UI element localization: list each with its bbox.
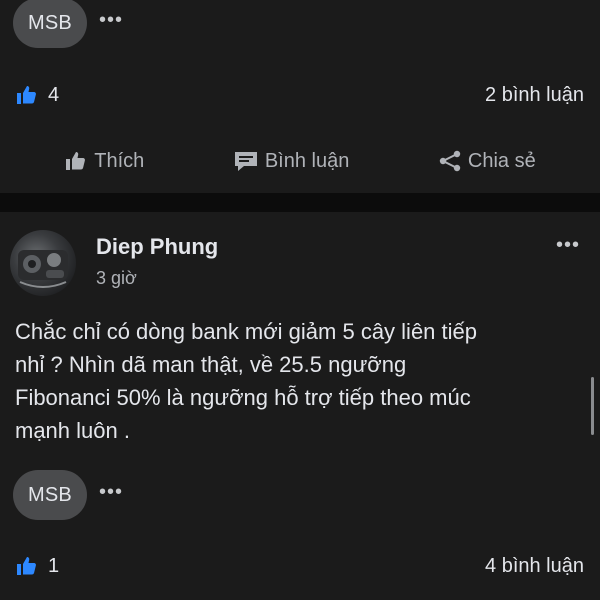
thumbs-up-outline-icon [64, 149, 88, 173]
tag-row: MSB ••• [13, 0, 123, 48]
post-text-line: mạnh luôn . [15, 418, 130, 443]
post-timestamp[interactable]: 3 giờ [96, 268, 218, 289]
like-count-group[interactable]: 1 [14, 553, 59, 579]
comment-count[interactable]: 4 bình luận [485, 555, 584, 578]
post-text-line: Chắc chỉ có dòng bank mới giảm 5 cây liê… [15, 319, 477, 344]
share-button[interactable]: Chia sẻ [438, 149, 536, 173]
reaction-stats-row: 4 2 bình luận [14, 82, 584, 108]
reaction-stats-row: 1 4 bình luận [14, 553, 584, 579]
tag-row: MSB ••• [13, 470, 123, 520]
thumbs-up-icon [14, 553, 40, 579]
stock-tag-pill[interactable]: MSB [13, 0, 87, 48]
like-count: 1 [48, 554, 60, 577]
post-text-line: Fibonanci 50% là ngưỡng hỗ trợ tiếp theo… [15, 385, 471, 410]
comment-button-label: Bình luận [264, 149, 350, 172]
share-icon [438, 149, 462, 173]
avatar[interactable] [10, 230, 76, 296]
scrollbar-thumb[interactable] [591, 377, 594, 435]
post-header: Diep Phung 3 giờ ••• [10, 230, 580, 300]
author-name[interactable]: Diep Phung [96, 234, 218, 260]
comment-button[interactable]: Bình luận [233, 149, 350, 173]
feed-screen: MSB ••• 4 2 bình luận Thích Bình luận Ch… [0, 0, 600, 600]
thumbs-up-icon [14, 82, 40, 108]
post-body: Chắc chỉ có dòng bank mới giảm 5 cây liê… [15, 315, 580, 447]
more-horizontal-icon[interactable]: ••• [99, 10, 123, 30]
stock-tag-pill[interactable]: MSB [13, 470, 87, 520]
like-button-label: Thích [94, 149, 145, 172]
more-horizontal-icon[interactable]: ••• [99, 482, 123, 502]
post-actions-row: Thích Bình luận Chia sẻ [0, 131, 600, 191]
like-count: 4 [48, 83, 60, 106]
share-button-label: Chia sẻ [467, 149, 536, 172]
post-card-top: MSB ••• 4 2 bình luận Thích Bình luận Ch… [0, 0, 600, 193]
comment-count[interactable]: 2 bình luận [485, 84, 584, 107]
post-separator [0, 193, 600, 212]
author-meta: Diep Phung 3 giờ [96, 234, 218, 289]
like-count-group[interactable]: 4 [14, 82, 59, 108]
post-text-line: nhỉ ? Nhìn dã man thật, về 25.5 ngưỡng [15, 352, 407, 377]
more-horizontal-icon[interactable]: ••• [556, 234, 580, 257]
comment-icon [233, 149, 259, 173]
post-card: Diep Phung 3 giờ ••• Chắc chỉ có dòng ba… [0, 212, 600, 600]
like-button[interactable]: Thích [64, 149, 144, 173]
